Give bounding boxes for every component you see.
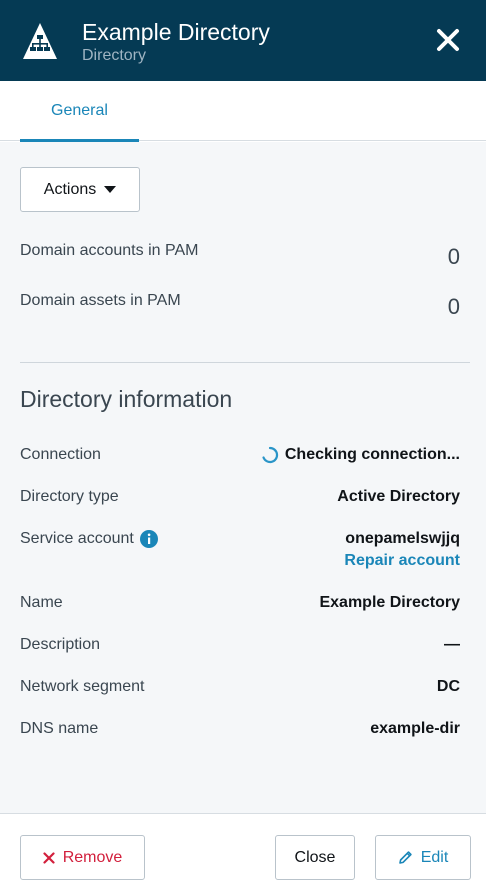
dns-name-value: example-dir	[370, 720, 460, 737]
name-label: Name	[20, 594, 63, 611]
pencil-icon	[398, 851, 412, 864]
edit-button-label: Edit	[420, 848, 449, 866]
description-label: Description	[20, 636, 101, 653]
close-button-label: Close	[294, 848, 336, 866]
service-account-label-wrap: Service account	[20, 530, 158, 548]
stat-value: 0	[447, 244, 460, 269]
service-account-value: onepamelswjjq	[345, 530, 460, 547]
connection-label: Connection	[20, 446, 101, 463]
tab-bar: General	[0, 81, 486, 142]
spinner-icon	[262, 446, 278, 464]
close-icon	[43, 851, 55, 864]
name-value: Example Directory	[319, 594, 460, 611]
divider	[20, 362, 470, 363]
remove-button-label: Remove	[62, 848, 123, 866]
panel-content: Actions Domain accounts in PAM 0 Domain …	[0, 142, 486, 813]
network-segment-label: Network segment	[20, 678, 145, 695]
domain-accounts-stat: Domain accounts in PAM 0	[20, 242, 460, 272]
actions-button-label: Actions	[43, 180, 97, 198]
stat-label: Domain accounts in PAM	[20, 242, 199, 259]
edit-button[interactable]: Edit	[375, 835, 471, 880]
close-button[interactable]: Close	[275, 835, 355, 880]
directory-type-value: Active Directory	[337, 488, 460, 505]
header: Example Directory Directory	[0, 0, 486, 81]
footer: Remove Close Edit	[0, 813, 486, 892]
section-title: Directory information	[20, 386, 233, 412]
info-icon[interactable]	[139, 530, 158, 548]
page-subtitle: Directory	[82, 47, 147, 64]
header-titles: Example Directory Directory	[82, 18, 270, 66]
connection-status: Checking connection...	[284, 446, 460, 464]
network-segment-value: DC	[436, 678, 460, 695]
repair-account-link[interactable]: Repair account	[344, 552, 460, 570]
directory-tree-icon	[23, 23, 57, 59]
description-value: —	[444, 636, 460, 653]
caret-down-icon	[104, 186, 117, 193]
service-account-label: Service account	[20, 530, 134, 547]
page-title: Example Directory	[82, 19, 270, 45]
actions-button[interactable]: Actions	[20, 167, 140, 212]
close-icon[interactable]	[434, 26, 462, 54]
dns-name-label: DNS name	[20, 720, 99, 737]
domain-assets-stat: Domain assets in PAM 0	[20, 292, 460, 322]
stat-label: Domain assets in PAM	[20, 292, 181, 309]
directory-type-label: Directory type	[20, 488, 119, 505]
tab-general[interactable]: General	[20, 81, 139, 142]
stat-value: 0	[447, 294, 460, 319]
connection-value: Checking connection...	[261, 446, 460, 464]
remove-button[interactable]: Remove	[20, 835, 145, 880]
